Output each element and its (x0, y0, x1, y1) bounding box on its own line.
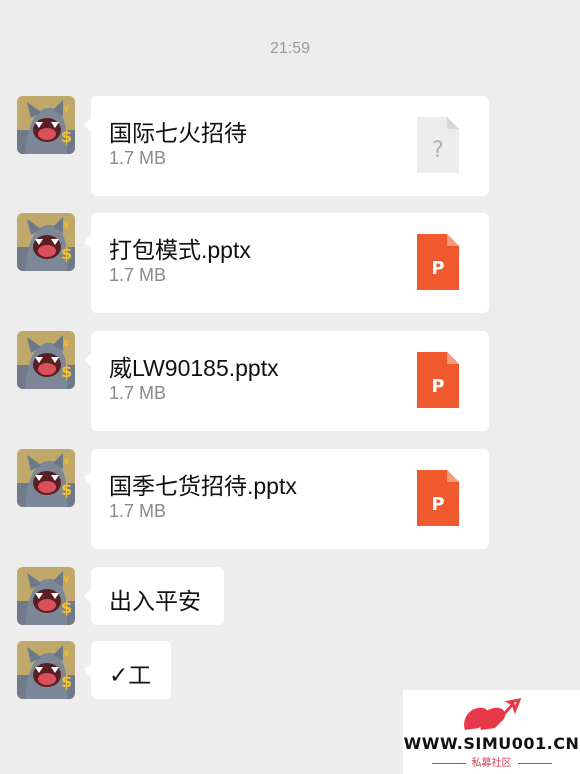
pptx-file-icon: P (417, 234, 459, 290)
watermark-subtitle: 私募社区 (403, 754, 580, 769)
cat-avatar-icon: $ ¥ (17, 331, 75, 389)
svg-text:¥: ¥ (63, 104, 69, 115)
avatar[interactable]: $ ¥ (17, 331, 75, 389)
file-name: 国际七火招待 (109, 120, 247, 146)
cat-avatar-icon: $ ¥ (17, 449, 75, 507)
avatar[interactable]: $ ¥ (17, 641, 75, 699)
file-size: 1.7 MB (109, 148, 167, 168)
message-row: $ ¥ 国际七火招待 1.7 MB ? (17, 96, 580, 196)
avatar[interactable]: $ ¥ (17, 449, 75, 507)
message-row: $ ¥ ✓工 (17, 641, 580, 699)
file-name: 打包模式.pptx (109, 237, 251, 263)
pptx-file-icon: P (417, 352, 459, 408)
svg-text:?: ? (432, 138, 444, 163)
avatar[interactable]: $ ¥ (17, 213, 75, 271)
svg-text:$: $ (61, 598, 72, 617)
svg-text:P: P (431, 258, 444, 279)
file-name: 威LW90185.pptx (109, 355, 279, 381)
cat-avatar-icon: $ ¥ (17, 96, 75, 154)
avatar[interactable]: $ ¥ (17, 96, 75, 154)
svg-text:$: $ (61, 672, 72, 691)
cat-avatar-icon: $ ¥ (17, 641, 75, 699)
file-message-bubble[interactable]: 打包模式.pptx 1.7 MB P (84, 213, 489, 313)
svg-text:$: $ (61, 480, 72, 499)
message-text: ✓工 (109, 662, 152, 688)
unknown-file-icon: ? (417, 117, 459, 173)
watermark: WWW.SIMU001.CN 私募社区 (403, 690, 580, 774)
text-message-bubble[interactable]: 出入平安 (84, 567, 224, 625)
svg-text:¥: ¥ (63, 649, 69, 660)
svg-text:¥: ¥ (63, 575, 69, 586)
svg-text:P: P (431, 494, 444, 515)
simu-logo-icon (464, 698, 521, 730)
svg-text:$: $ (61, 127, 72, 146)
pptx-file-icon: P (417, 470, 459, 526)
message-row: $ ¥ 威LW90185.pptx 1.7 MB P (17, 331, 580, 431)
svg-text:¥: ¥ (63, 339, 69, 350)
chat-timestamp: 21:59 (269, 40, 311, 57)
text-message-bubble[interactable]: ✓工 (84, 641, 171, 699)
avatar[interactable]: $ ¥ (17, 567, 75, 625)
cat-avatar-icon: $ ¥ (17, 213, 75, 271)
svg-text:¥: ¥ (63, 457, 69, 468)
file-message-bubble[interactable]: 国季七货招待.pptx 1.7 MB P (84, 449, 489, 549)
file-name: 国季七货招待.pptx (109, 473, 297, 499)
svg-text:$: $ (61, 244, 72, 263)
message-row: $ ¥ 国季七货招待.pptx 1.7 MB P (17, 449, 580, 549)
file-size: 1.7 MB (109, 383, 167, 403)
message-row: $ ¥ 打包模式.pptx 1.7 MB P (17, 213, 580, 313)
file-size: 1.7 MB (109, 501, 167, 521)
message-row: $ ¥ 出入平安 (17, 567, 580, 625)
file-message-bubble[interactable]: 国际七火招待 1.7 MB ? (84, 96, 489, 196)
cat-avatar-icon: $ ¥ (17, 567, 75, 625)
message-text: 出入平安 (109, 588, 201, 614)
svg-text:P: P (431, 376, 444, 397)
svg-text:¥: ¥ (63, 221, 69, 232)
file-size: 1.7 MB (109, 265, 167, 285)
watermark-site: WWW.SIMU001.CN (403, 734, 580, 753)
svg-text:$: $ (61, 362, 72, 381)
file-message-bubble[interactable]: 威LW90185.pptx 1.7 MB P (84, 331, 489, 431)
